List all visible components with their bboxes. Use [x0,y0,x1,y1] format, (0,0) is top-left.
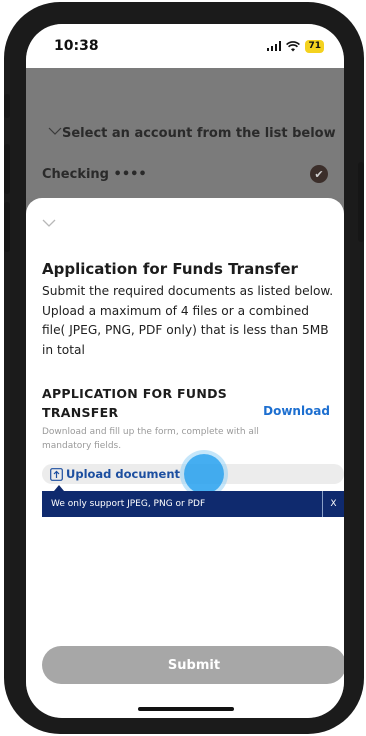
chevron-down-icon [48,124,62,138]
screen: 10:38 71 Select an account from the list… [26,24,344,718]
phone-frame: 10:38 71 Select an account from the list… [4,2,364,734]
battery-icon: 71 [305,39,324,53]
status-time: 10:38 [54,38,99,54]
chevron-down-icon[interactable] [42,216,56,230]
bottom-sheet: Application for Funds Transfer Submit th… [26,198,344,718]
tooltip-close-button[interactable]: X [322,491,344,517]
upload-label: Upload document [66,467,181,481]
download-button[interactable]: Download [263,404,330,418]
wifi-icon [286,40,301,51]
document-subtitle: Download and fill up the form, complete … [42,427,259,451]
document-card: APPLICATION FOR FUNDS TRANSFER Download … [42,384,332,453]
upload-icon [50,467,63,481]
volume-up-button [4,144,10,194]
sheet-title: Application for Funds Transfer [42,260,298,278]
mute-switch [4,94,10,118]
home-indicator [138,707,234,711]
account-name: Checking •••• [42,167,147,182]
power-button [358,162,364,242]
status-icons: 71 [266,39,324,53]
tooltip-message: We only support JPEG, PNG or PDF [51,499,206,509]
account-select-prompt: Select an account from the list below [62,126,336,141]
format-tooltip: We only support JPEG, PNG or PDF X [42,491,344,517]
status-bar: 10:38 71 [26,24,344,68]
signal-icon [266,41,282,51]
document-title: APPLICATION FOR FUNDS TRANSFER [42,386,228,420]
check-circle-icon: ✔ [310,165,328,183]
submit-button[interactable]: Submit [42,646,344,684]
volume-down-button [4,202,10,252]
sheet-description: Submit the required documents as listed … [42,284,334,357]
touch-indicator [184,454,224,494]
